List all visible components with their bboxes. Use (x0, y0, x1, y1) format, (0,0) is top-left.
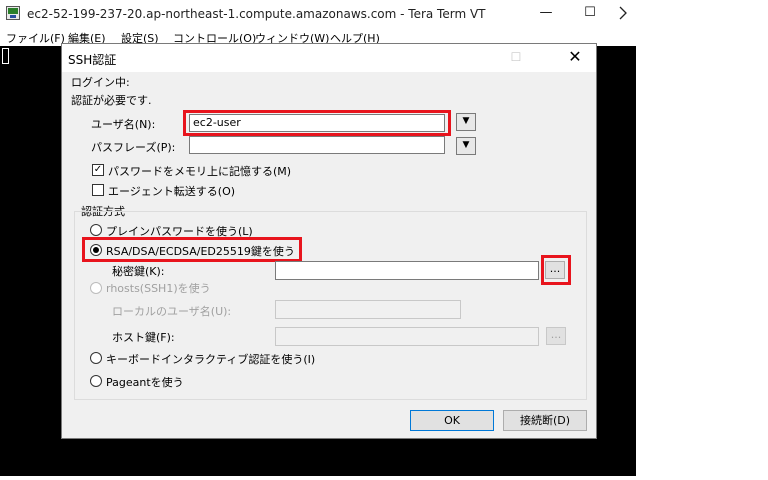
rhosts-label: rhosts(SSH1)を使う (106, 282, 211, 295)
host-key-label: ホスト鍵(F): (112, 331, 175, 344)
host-key-field (275, 327, 539, 346)
pageant-radio[interactable] (90, 375, 102, 387)
username-dropdown-button[interactable]: ▼ (456, 113, 476, 131)
local-username-field (275, 300, 461, 319)
local-username-label: ローカルのユーザ名(U): (112, 305, 232, 318)
login-status: ログイン中: (71, 76, 130, 89)
passphrase-field[interactable] (189, 136, 445, 154)
minimize-icon[interactable]: — (524, 2, 568, 24)
ssh-auth-dialog: SSH認証 ☐ ✕ ログイン中: 認証が必要です. ユーザ名(N): ec2-u… (61, 43, 597, 439)
pageant-label[interactable]: Pageantを使う (106, 374, 184, 390)
username-highlight (183, 110, 451, 136)
terminal-titlebar[interactable]: ec2-52-199-237-20.ap-northeast-1.compute… (0, 0, 636, 28)
keyboard-interactive-radio[interactable] (90, 352, 102, 364)
private-key-field[interactable] (275, 261, 539, 280)
disconnect-button[interactable]: 接続断(D) (503, 410, 587, 431)
dialog-close-icon[interactable]: ✕ (558, 47, 592, 67)
browse-highlight (541, 255, 571, 285)
menu-file[interactable]: ファイル(F) (6, 30, 65, 46)
ok-button[interactable]: OK (410, 410, 494, 431)
plain-password-radio[interactable] (90, 224, 102, 236)
auth-required-text: 認証が必要です. (71, 94, 152, 107)
rhosts-radio (90, 282, 102, 294)
terminal-title: ec2-52-199-237-20.ap-northeast-1.compute… (27, 7, 486, 21)
username-label: ユーザ名(N): (91, 118, 156, 131)
terminal-cursor (2, 48, 9, 64)
passphrase-label: パスフレーズ(P): (91, 141, 176, 154)
agent-forwarding-label[interactable]: エージェント転送する(O) (108, 183, 235, 199)
teraterm-app-icon (6, 6, 20, 20)
agent-forwarding-checkbox[interactable] (92, 184, 104, 196)
private-key-label: 秘密鍵(K): (112, 265, 165, 278)
dialog-title: SSH認証 (68, 53, 117, 67)
dialog-titlebar[interactable]: SSH認証 ☐ ✕ (62, 44, 596, 72)
maximize-icon[interactable]: ☐ (568, 2, 612, 24)
keyboard-interactive-label[interactable]: キーボードインタラクティブ認証を使う(I) (106, 351, 315, 367)
host-key-browse-button: ... (546, 327, 566, 345)
remember-password-checkbox[interactable]: ✓ (92, 164, 104, 176)
remember-password-label[interactable]: パスワードをメモリ上に記憶する(M) (108, 163, 291, 179)
close-icon[interactable] (612, 2, 636, 24)
rsa-highlight (82, 237, 302, 262)
dialog-maximize-icon: ☐ (510, 50, 522, 64)
passphrase-dropdown-button[interactable]: ▼ (456, 137, 476, 155)
